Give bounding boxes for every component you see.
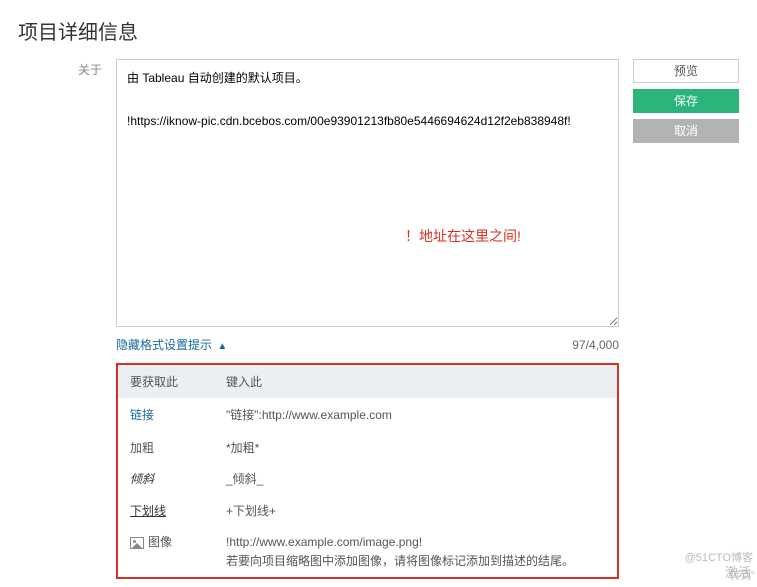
hint-label-link: 链接 (130, 408, 154, 422)
hint-row-bold: 加粗 *加粗* (118, 433, 617, 464)
hint-label-italic: 倾斜 (130, 472, 154, 486)
preview-button[interactable]: 预览 (633, 59, 739, 83)
save-button[interactable]: 保存 (633, 89, 739, 113)
page-title: 项目详细信息 (18, 16, 739, 45)
hint-value-underline: +下划线+ (214, 496, 617, 527)
hint-label-bold: 加粗 (130, 441, 154, 455)
format-hints-panel: 要获取此 键入此 链接 "链接":http://www.example.com … (116, 363, 619, 579)
hint-value-image: !http://www.example.com/image.png! 若要向项目… (214, 527, 617, 577)
hide-format-hint-link[interactable]: 隐藏格式设置提示 ▲ (116, 336, 227, 353)
hints-header-right: 键入此 (214, 365, 617, 398)
caret-up-icon: ▲ (217, 341, 227, 352)
hint-row-italic: 倾斜 _倾斜_ (118, 464, 617, 495)
image-icon (130, 537, 144, 549)
hint-value-italic: _倾斜_ (214, 464, 617, 495)
hint-label-image: 图像 (148, 535, 172, 549)
hint-row-link: 链接 "链接":http://www.example.com (118, 398, 617, 433)
hint-row-image: 图像 !http://www.example.com/image.png! 若要… (118, 527, 617, 577)
hint-value-link: "链接":http://www.example.com (214, 398, 617, 433)
char-counter: 97/4,000 (572, 338, 619, 352)
hint-label-underline: 下划线 (130, 504, 166, 518)
hint-row-underline: 下划线 +下划线+ (118, 496, 617, 527)
format-hints-header: 要获取此 键入此 (118, 365, 617, 398)
hint-value-bold: *加粗* (214, 433, 617, 464)
description-textarea[interactable] (116, 59, 619, 327)
hints-header-left: 要获取此 (118, 365, 214, 398)
cancel-button[interactable]: 取消 (633, 119, 739, 143)
hide-format-hint-text: 隐藏格式设置提示 (116, 338, 212, 352)
about-label: 关于 (18, 59, 102, 579)
